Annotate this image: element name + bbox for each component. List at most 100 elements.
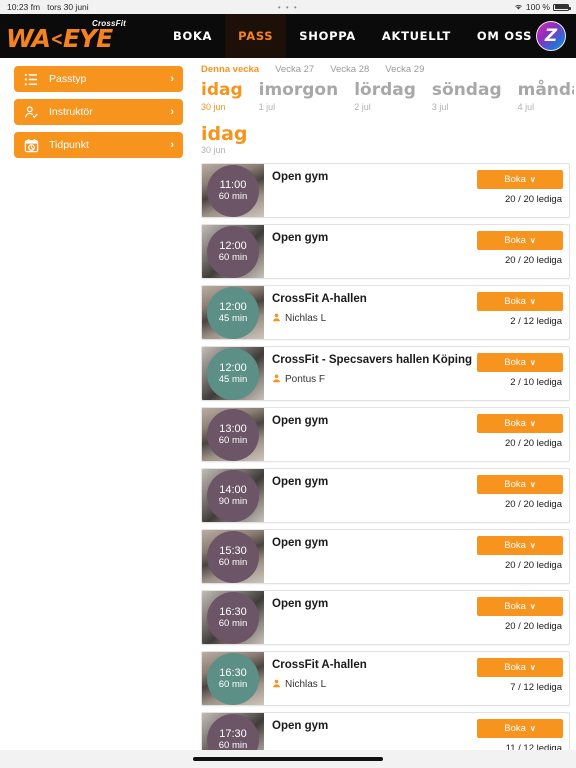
class-title: Open gym bbox=[272, 537, 329, 550]
class-thumbnail: 16:30 60 min bbox=[202, 591, 264, 645]
book-button-label: Boka bbox=[504, 479, 526, 491]
instructor-name: Nichlas L bbox=[285, 678, 327, 690]
day-tab-sondag[interactable]: söndag 3 jul bbox=[432, 80, 502, 111]
class-time: 14:00 bbox=[219, 484, 247, 497]
book-button-label: Boka bbox=[504, 723, 526, 735]
book-button[interactable]: Boka ∨ bbox=[477, 231, 563, 251]
ios-status-bar: 10:23 fm tors 30 juni • • • 100 % bbox=[0, 0, 576, 14]
available-slots: 20 / 20 lediga bbox=[504, 438, 562, 450]
day-tab-bar: idag 30 jun imorgon 1 jul lördag 2 jul s… bbox=[195, 78, 574, 112]
day-tab-date: 2 jul bbox=[354, 101, 371, 112]
filter-instruktor-label: Instruktör bbox=[49, 106, 93, 118]
class-row[interactable]: 12:00 45 min CrossFit - Specsavers halle… bbox=[201, 346, 570, 402]
nav-item-shoppa[interactable]: SHOPPA bbox=[286, 14, 369, 58]
class-thumbnail: 13:00 60 min bbox=[202, 408, 264, 462]
class-actions: Boka ∨ 20 / 20 lediga bbox=[477, 408, 569, 461]
class-title: Open gym bbox=[272, 415, 329, 428]
day-tab-imorgon[interactable]: imorgon 1 jul bbox=[259, 80, 339, 111]
book-button[interactable]: Boka ∨ bbox=[477, 536, 563, 556]
available-slots: 2 / 10 lediga bbox=[510, 377, 562, 389]
time-badge: 16:30 60 min bbox=[207, 591, 259, 644]
class-row[interactable]: 17:30 60 min Open gym Boka ∨ 11 / 12 led… bbox=[201, 712, 570, 750]
day-tab-idag[interactable]: idag 30 jun bbox=[201, 80, 243, 111]
class-row[interactable]: 16:30 60 min Open gym Boka ∨ 20 / 20 led… bbox=[201, 590, 570, 646]
class-title: CrossFit - Specsavers hallen Köping bbox=[272, 354, 473, 367]
book-button[interactable]: Boka ∨ bbox=[477, 170, 563, 190]
book-button[interactable]: Boka ∨ bbox=[477, 353, 563, 373]
class-info: Open gym bbox=[264, 713, 477, 750]
nav-item-pass[interactable]: PASS bbox=[225, 14, 287, 58]
week-tab-vecka-27[interactable]: Vecka 27 bbox=[275, 64, 314, 75]
class-row[interactable]: 13:00 60 min Open gym Boka ∨ 20 / 20 led… bbox=[201, 407, 570, 463]
class-duration: 60 min bbox=[218, 190, 248, 202]
page-title: idag 30 jun bbox=[195, 112, 574, 164]
class-time: 15:30 bbox=[219, 545, 247, 558]
class-actions: Boka ∨ 2 / 12 lediga bbox=[477, 286, 569, 339]
filter-tidpunkt-label: Tidpunkt bbox=[49, 139, 89, 151]
class-time: 13:00 bbox=[219, 423, 247, 436]
class-row[interactable]: 11:00 60 min Open gym Boka ∨ 20 / 20 led… bbox=[201, 163, 570, 219]
class-time: 16:30 bbox=[219, 667, 247, 680]
class-row[interactable]: 15:30 60 min Open gym Boka ∨ 20 / 20 led… bbox=[201, 529, 570, 585]
available-slots: 20 / 20 lediga bbox=[504, 499, 562, 511]
nav-item-om-oss[interactable]: OM OSS bbox=[464, 14, 545, 58]
chevron-down-icon: ∨ bbox=[529, 358, 536, 368]
class-thumbnail: 16:30 60 min bbox=[202, 652, 264, 706]
class-info: Open gym bbox=[264, 530, 477, 583]
book-button-label: Boka bbox=[504, 601, 526, 613]
book-button[interactable]: Boka ∨ bbox=[477, 292, 563, 312]
site-logo[interactable]: CrossFit WA < EYE bbox=[0, 14, 160, 58]
class-title: Open gym bbox=[272, 598, 329, 611]
week-tab-denna-vecka[interactable]: Denna vecka bbox=[201, 64, 259, 75]
filter-passtyp[interactable]: Passtyp › bbox=[14, 66, 183, 92]
class-row[interactable]: 12:00 60 min Open gym Boka ∨ 20 / 20 led… bbox=[201, 224, 570, 280]
class-duration: 60 min bbox=[218, 678, 248, 690]
book-button[interactable]: Boka ∨ bbox=[477, 597, 563, 617]
class-actions: Boka ∨ 20 / 20 lediga bbox=[477, 530, 569, 583]
class-title: Open gym bbox=[272, 232, 329, 245]
available-slots: 7 / 12 lediga bbox=[510, 682, 562, 694]
book-button[interactable]: Boka ∨ bbox=[477, 475, 563, 495]
class-thumbnail: 15:30 60 min bbox=[202, 530, 264, 584]
class-duration: 60 min bbox=[218, 617, 248, 629]
class-thumbnail: 12:00 45 min bbox=[202, 286, 264, 340]
battery-percent: 100 % bbox=[525, 2, 550, 12]
nav-item-boka[interactable]: BOKA bbox=[160, 14, 225, 58]
day-tab-lordag[interactable]: lördag 2 jul bbox=[354, 80, 416, 112]
time-badge: 12:00 45 min bbox=[207, 347, 259, 400]
time-badge: 12:00 45 min bbox=[207, 286, 259, 339]
home-indicator-bar bbox=[0, 750, 576, 768]
chevron-down-icon: ∨ bbox=[529, 602, 536, 612]
status-left: 10:23 fm tors 30 juni bbox=[7, 2, 89, 12]
book-button[interactable]: Boka ∨ bbox=[477, 658, 563, 678]
time-badge: 15:30 60 min bbox=[207, 530, 259, 583]
filter-tidpunkt[interactable]: Tidpunkt › bbox=[14, 132, 183, 158]
day-tab-mandag[interactable]: måndag 4 jul bbox=[518, 80, 574, 111]
time-badge: 12:00 60 min bbox=[207, 225, 259, 278]
available-slots: 20 / 20 lediga bbox=[504, 194, 562, 206]
class-row[interactable]: 14:00 90 min Open gym Boka ∨ 20 / 20 led… bbox=[201, 468, 570, 524]
week-tab-vecka-28[interactable]: Vecka 28 bbox=[330, 64, 369, 75]
avatar[interactable]: Z bbox=[536, 21, 566, 51]
class-time: 11:00 bbox=[219, 179, 247, 192]
class-row[interactable]: 16:30 60 min CrossFit A-hallen Nichlas L… bbox=[201, 651, 570, 707]
home-indicator[interactable] bbox=[193, 757, 383, 761]
chevron-down-icon: ∨ bbox=[529, 541, 536, 551]
class-info: Open gym bbox=[264, 591, 477, 644]
class-time: 12:00 bbox=[219, 240, 247, 253]
week-tab-vecka-29[interactable]: Vecka 29 bbox=[385, 64, 424, 75]
nav-item-aktuellt[interactable]: AKTUELLT bbox=[369, 14, 464, 58]
time-badge: 13:00 60 min bbox=[207, 408, 259, 461]
book-button[interactable]: Boka ∨ bbox=[477, 414, 563, 434]
class-row[interactable]: 12:00 45 min CrossFit A-hallen Nichlas L… bbox=[201, 285, 570, 341]
book-button[interactable]: Boka ∨ bbox=[477, 719, 563, 739]
chevron-down-icon: ∨ bbox=[529, 663, 536, 673]
calendar-clock-icon bbox=[23, 137, 39, 153]
filter-instruktor[interactable]: Instruktör › bbox=[14, 99, 183, 125]
chevron-down-icon: ∨ bbox=[529, 480, 536, 490]
book-button-label: Boka bbox=[504, 357, 526, 369]
class-thumbnail: 14:00 90 min bbox=[202, 469, 264, 523]
filter-sidebar: Passtyp › Instruktör › Tidpunkt › bbox=[0, 58, 195, 750]
class-actions: Boka ∨ 11 / 12 lediga bbox=[477, 713, 569, 750]
class-title: CrossFit A-hallen bbox=[272, 293, 367, 306]
